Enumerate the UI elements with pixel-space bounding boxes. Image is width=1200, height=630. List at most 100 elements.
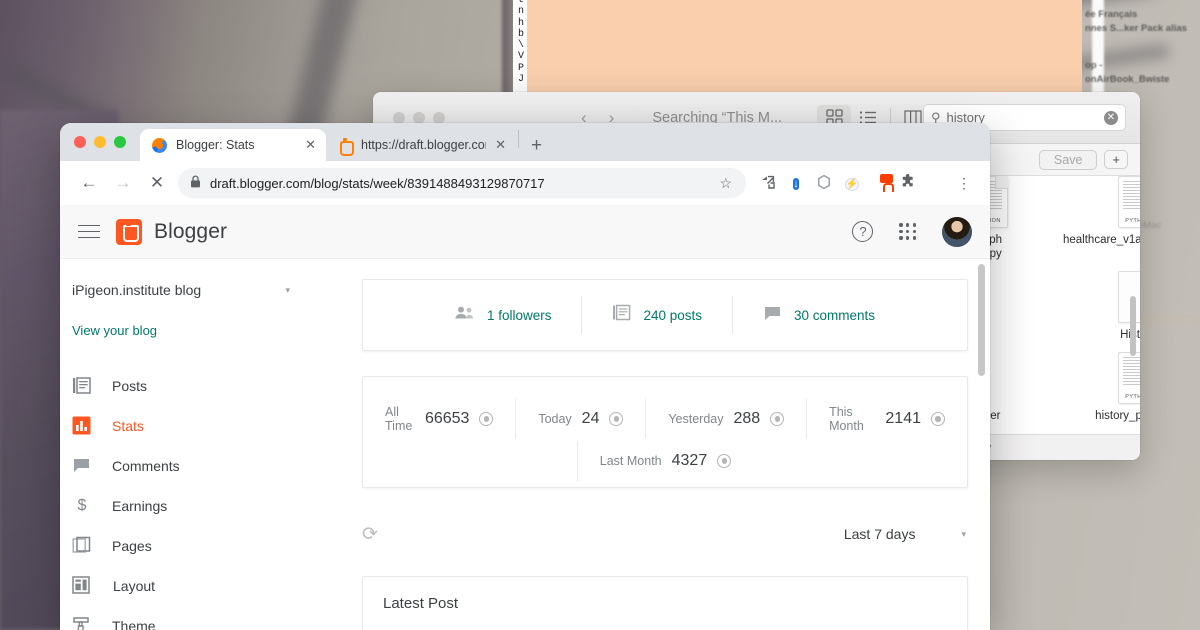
bolt-circle-icon[interactable]: ⚡ <box>838 174 866 193</box>
puzzle-extension-icon[interactable] <box>894 173 922 193</box>
layout-icon <box>72 576 92 596</box>
blog-name: iPigeon.institute blog <box>72 282 202 298</box>
blogger-b-favicon <box>338 137 354 156</box>
stop-loading-button[interactable]: ✕ <box>140 173 174 193</box>
url-text[interactable]: draft.blogger.com/blog/stats/week/839148… <box>210 176 710 191</box>
eye-icon <box>770 412 785 426</box>
summary-label: 240 posts <box>643 307 703 323</box>
close-tab-icon[interactable]: ✕ <box>305 137 316 153</box>
new-tab-button[interactable]: + <box>531 135 542 157</box>
stat-value: 4327 <box>671 452 708 469</box>
help-icon[interactable]: ? <box>852 221 874 242</box>
stat-value: 66653 <box>424 410 470 427</box>
file-name: healthcare_v1alpha2_messages.py <box>1063 234 1140 246</box>
stat-value: 288 <box>733 410 761 427</box>
eye-icon <box>479 412 494 426</box>
blog-selector[interactable]: iPigeon.institute blog ▾ <box>60 275 310 305</box>
address-bar[interactable]: draft.blogger.com/blog/stats/week/839148… <box>178 168 746 198</box>
bookmark-star-icon[interactable]: ☆ <box>719 175 734 192</box>
finder-minimize-button[interactable] <box>413 111 425 124</box>
list-item[interactable]: PYTHON healthcare_v1alpha2_messages.py <box>1063 170 1140 261</box>
chevron-down-icon: ▾ <box>285 284 290 295</box>
finder-close-button[interactable] <box>393 111 405 124</box>
sidebar-item-label: Theme <box>112 618 156 630</box>
save-search-button[interactable]: Save <box>1038 149 1098 170</box>
sidebar-item-earnings[interactable]: $ Earnings <box>60 486 310 526</box>
maximize-window-button[interactable] <box>114 136 126 148</box>
chrome-browser-window[interactable]: Blogger: Stats ✕ https://draft.blogger.c… <box>60 123 990 630</box>
stat-label: All Time <box>385 405 413 433</box>
file-name: history_picker.py <box>1095 410 1140 422</box>
comments-icon <box>72 456 92 476</box>
stat-label: Yesterday <box>668 412 724 426</box>
python-file-icon: PYTHON <box>1118 352 1140 404</box>
summary-comments[interactable]: 30 comments <box>733 303 905 327</box>
pageviews-stats-card: All Time 66653 Today 24 Yesterday 288 Th… <box>362 376 968 488</box>
stats-toolbar: ⟳ Last 7 days ▾ <box>362 514 968 554</box>
clear-search-icon[interactable]: ✕ <box>1104 110 1118 125</box>
apps-grid-icon[interactable] <box>899 223 916 240</box>
sidebar-item-layout[interactable]: Layout <box>60 566 310 606</box>
blogger-wordmark: Blogger <box>154 219 228 243</box>
three-dot-menu-icon[interactable]: ⋮ <box>950 175 978 192</box>
pages-icon <box>72 536 92 556</box>
content-scrollbar[interactable] <box>978 264 985 376</box>
refresh-icon[interactable]: ⟳ <box>362 523 378 546</box>
add-criteria-button[interactable]: + <box>1104 150 1128 169</box>
tab-blogger-stats[interactable]: Blogger: Stats ✕ <box>140 129 326 161</box>
finder-maximize-button[interactable] <box>433 111 445 124</box>
tab-title: https://draft.blogger.com/blog/ <box>361 138 486 152</box>
close-tab-icon[interactable]: ✕ <box>495 137 506 153</box>
eye-icon <box>717 454 732 468</box>
sidebar-item-comments[interactable]: Comments <box>60 446 310 486</box>
python-badge: PYTHON <box>1125 218 1140 224</box>
chrome-tab-strip: Blogger: Stats ✕ https://draft.blogger.c… <box>60 123 990 161</box>
summary-posts[interactable]: 240 posts <box>582 303 732 327</box>
stat-label: Last Month <box>599 454 662 468</box>
stat-this-month: This Month 2141 <box>807 405 967 433</box>
stat-yesterday: Yesterday 288 <box>646 410 806 428</box>
finder-scrollbar[interactable] <box>1130 296 1136 356</box>
date-range-selector[interactable]: Last 7 days ▾ <box>844 526 968 542</box>
posts-icon <box>72 376 92 396</box>
sidebar-item-pages[interactable]: Pages <box>60 526 310 566</box>
download-icon[interactable]: ↓ <box>782 174 810 193</box>
chrome-toolbar: ← → ✕ draft.blogger.com/blog/stats/week/… <box>60 161 990 205</box>
list-item[interactable]: PYTHON history_picker.py <box>1063 346 1140 423</box>
background-label-3: op - <box>1085 60 1103 71</box>
blogger-app-body: iPigeon.institute blog ▾ View your blog <box>60 259 990 630</box>
summary-label: 1 followers <box>486 307 552 323</box>
background-label-2: nnes S...ker Pack alias <box>1085 23 1187 34</box>
earnings-icon: $ <box>77 497 87 514</box>
sidebar-item-label: Layout <box>113 578 156 594</box>
close-window-button[interactable] <box>74 136 86 148</box>
summary-label: 30 comments <box>794 307 876 323</box>
tab-draft-blogger-url[interactable]: https://draft.blogger.com/blog/ ✕ <box>326 129 516 161</box>
blogger-sidebar: iPigeon.institute blog ▾ View your blog <box>60 259 310 630</box>
blog-summary-card: 1 followers 240 posts 30 comments <box>362 279 968 351</box>
stat-today: Today 24 <box>516 410 645 428</box>
view-your-blog-link[interactable]: View your blog <box>60 305 310 338</box>
lock-icon <box>190 175 201 191</box>
minimize-window-button[interactable] <box>94 136 106 148</box>
back-button[interactable]: ← <box>72 173 106 193</box>
sidebar-item-posts[interactable]: Posts <box>60 366 310 406</box>
list-item[interactable]: History <box>1063 265 1140 342</box>
finder-window-controls[interactable] <box>393 111 445 124</box>
chrome-window-controls[interactable] <box>74 136 126 148</box>
sidebar-item-stats[interactable]: Stats <box>60 406 310 446</box>
sidebar-item-theme[interactable]: Theme <box>60 606 310 630</box>
hexagon-icon[interactable] <box>810 174 838 193</box>
sidebar-item-label: Comments <box>112 458 180 474</box>
stats-icon <box>72 416 92 436</box>
latest-post-card: Latest Post <box>362 576 968 630</box>
latest-post-title: Latest Post <box>383 595 459 612</box>
stat-label: This Month <box>829 405 864 433</box>
summary-followers[interactable]: 1 followers <box>425 305 582 325</box>
stats-row-secondary: Last Month 4327 <box>363 441 967 481</box>
eye-icon <box>609 412 624 426</box>
forward-button[interactable]: → <box>106 173 140 193</box>
hamburger-menu-icon[interactable] <box>78 224 102 240</box>
avatar[interactable] <box>942 216 972 247</box>
share-icon[interactable] <box>754 174 782 193</box>
